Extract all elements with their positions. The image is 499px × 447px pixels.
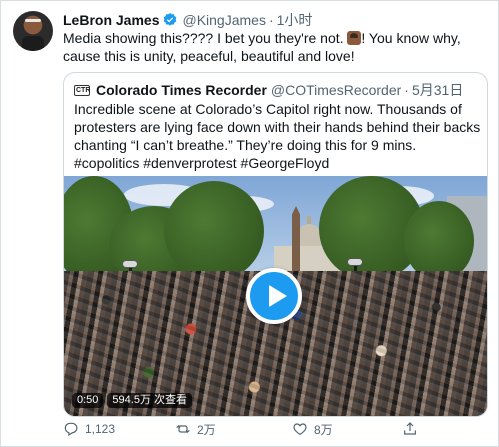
like-count: 8万 <box>314 422 333 437</box>
capitol-dome <box>297 224 321 246</box>
tree <box>404 201 474 281</box>
quoted-author-handle[interactable]: @COTimesRecorder <box>271 82 401 98</box>
quoted-author-name[interactable]: Colorado Times Recorder <box>96 82 267 98</box>
retweet-icon <box>176 425 190 433</box>
video-duration: 0:50 <box>72 393 104 408</box>
quoted-separator-dot: · <box>404 82 409 98</box>
tweet-header: LeBron James @KingJames · 1小时 <box>63 11 312 29</box>
tweet-card[interactable]: LeBron James @KingJames · 1小时 Media show… <box>0 0 499 447</box>
avatar[interactable] <box>13 11 53 51</box>
lamp-head <box>122 260 138 268</box>
tweet-text-part-1: Media showing this???? I bet you they're… <box>63 30 348 46</box>
video-meta: 0:50 594.5万 次查看 <box>72 393 193 408</box>
avatar-jersey <box>22 36 44 51</box>
quoted-header: CTR Colorado Times Recorder @COTimesReco… <box>74 81 463 99</box>
share-icon <box>404 422 416 435</box>
quoted-text: Incredible scene at Colorado’s Capitol r… <box>74 101 481 171</box>
tweet-timestamp[interactable]: 1小时 <box>277 10 313 30</box>
tweet-text: Media showing this???? I bet you they're… <box>63 29 493 65</box>
tree <box>164 181 264 281</box>
verified-badge-icon <box>164 13 177 26</box>
reply-button[interactable]: 1,123 <box>63 421 175 437</box>
retweet-count: 2万 <box>197 422 216 437</box>
tweet-actions: 1,123 2万 8万 <box>63 419 483 439</box>
heart-icon <box>293 423 307 436</box>
lamp-head <box>347 258 363 266</box>
reply-icon <box>64 422 78 437</box>
reply-count: 1,123 <box>85 422 116 436</box>
like-button[interactable]: 8万 <box>292 421 402 438</box>
author-name[interactable]: LeBron James <box>63 12 159 28</box>
obelisk <box>292 206 300 276</box>
quoted-timestamp[interactable]: 5月31日 <box>412 80 463 100</box>
separator-dot: · <box>268 12 274 28</box>
face-palm-emoji-icon <box>347 31 362 45</box>
ctr-logo-text: CTR <box>76 86 91 94</box>
author-handle[interactable]: @KingJames <box>182 12 265 28</box>
video-player[interactable]: 0:50 594.5万 次查看 <box>64 176 487 416</box>
play-button-icon[interactable] <box>246 268 302 324</box>
share-button[interactable] <box>402 421 424 437</box>
avatar-headband <box>25 19 41 22</box>
ctr-logo-icon: CTR <box>74 84 91 96</box>
quoted-tweet[interactable]: CTR Colorado Times Recorder @COTimesReco… <box>63 72 488 417</box>
video-views: 594.5万 次查看 <box>107 393 193 408</box>
retweet-button[interactable]: 2万 <box>175 421 292 438</box>
